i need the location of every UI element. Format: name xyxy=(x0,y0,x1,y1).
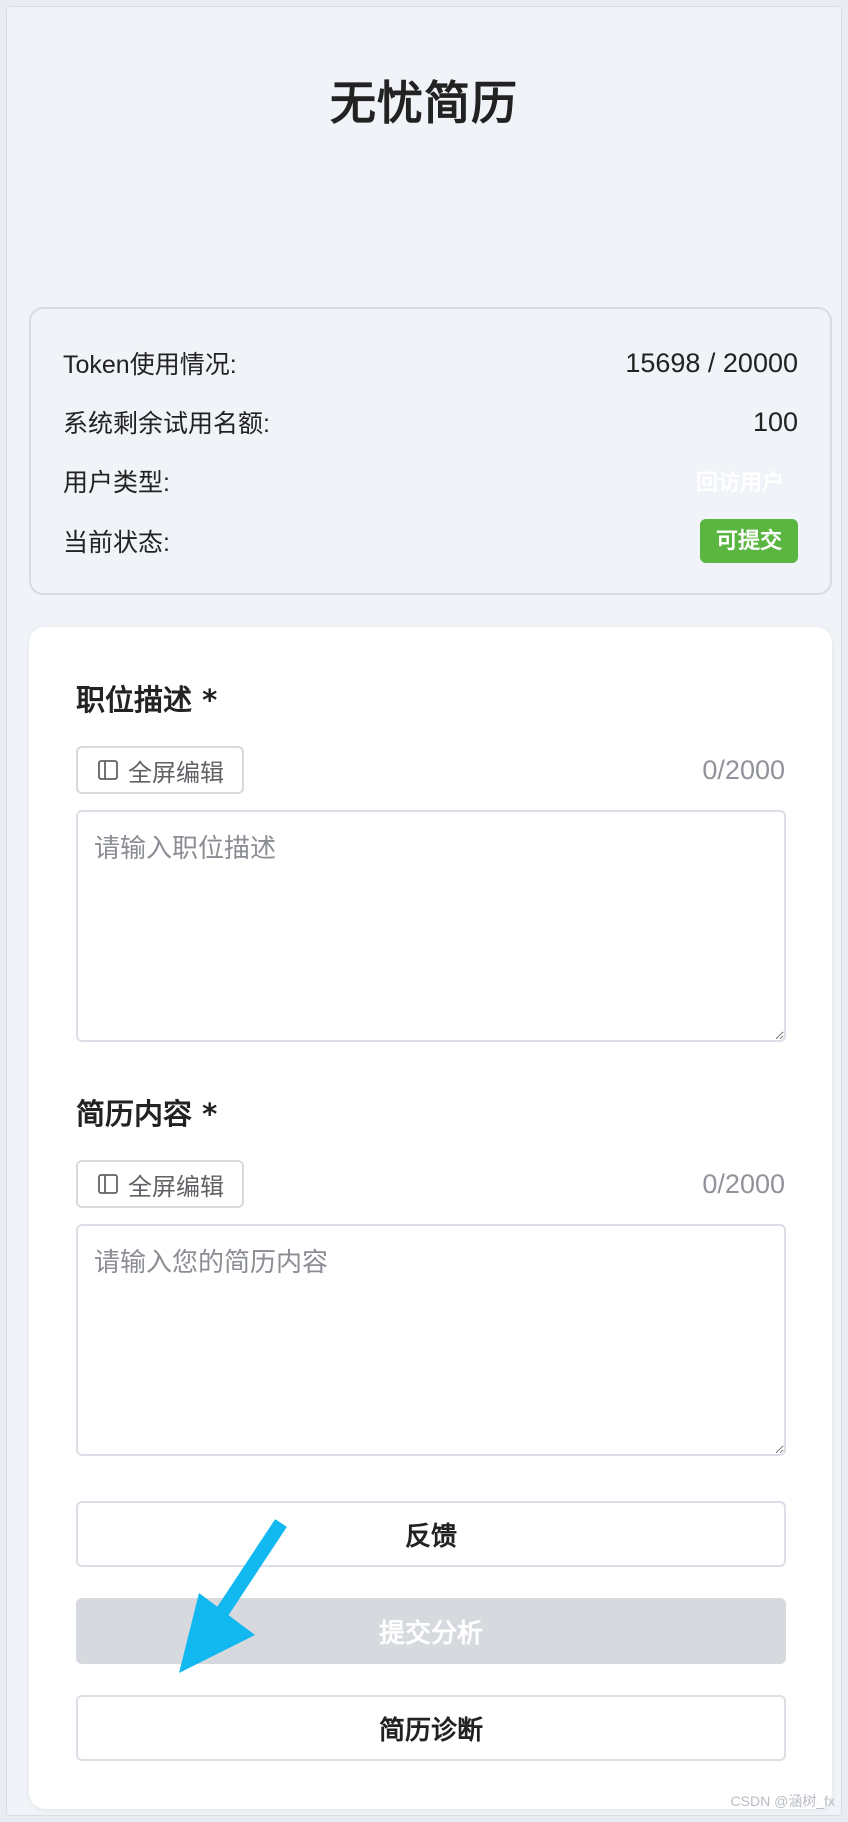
job-description-label: 职位描述 * xyxy=(76,683,218,717)
sidebar-panel-icon xyxy=(98,760,118,780)
quota-label: 系统剩余试用名额: xyxy=(63,410,270,438)
resume-content-label: 简历内容 * xyxy=(76,1097,218,1131)
resume-char-counter: 0/2000 xyxy=(702,1169,785,1199)
job-fullscreen-button[interactable]: 全屏编辑 xyxy=(76,746,244,794)
submit-analysis-button[interactable]: 提交分析 xyxy=(76,1598,786,1664)
token-usage-row: Token使用情况: 15698 / 20000 xyxy=(63,343,798,383)
form-card: 职位描述 * 全屏编辑 0/2000 简历内容 * 全屏编辑 0/2000 反馈… xyxy=(29,627,832,1809)
app-frame: 无忧简历 Token使用情况: 15698 / 20000 系统剩余试用名额: … xyxy=(6,6,842,1816)
quota-value: 100 xyxy=(752,406,798,437)
feedback-button[interactable]: 反馈 xyxy=(76,1501,786,1567)
resume-fullscreen-button[interactable]: 全屏编辑 xyxy=(76,1160,244,1208)
watermark: CSDN @涵树_fx xyxy=(730,1793,835,1809)
job-char-counter: 0/2000 xyxy=(702,755,785,785)
status-badge: 可提交 xyxy=(699,519,798,563)
token-usage-value: 15698 / 20000 xyxy=(625,347,798,378)
sidebar-panel-icon xyxy=(98,1174,118,1194)
user-type-label: 用户类型: xyxy=(63,469,170,497)
job-fullscreen-label: 全屏编辑 xyxy=(128,759,224,787)
job-description-input[interactable] xyxy=(76,810,786,1042)
usage-info-card: Token使用情况: 15698 / 20000 系统剩余试用名额: 100 用… xyxy=(29,307,832,595)
quota-row: 系统剩余试用名额: 100 xyxy=(63,402,798,442)
status-row: 当前状态: 可提交 xyxy=(63,519,798,563)
user-type-value: 回访用户 xyxy=(695,470,784,495)
resume-content-input[interactable] xyxy=(76,1224,786,1456)
status-label: 当前状态: xyxy=(63,529,170,557)
token-usage-label: Token使用情况: xyxy=(63,351,237,379)
resume-fullscreen-label: 全屏编辑 xyxy=(128,1173,224,1201)
user-type-row: 用户类型: 回访用户 xyxy=(63,461,798,501)
resume-diagnosis-button[interactable]: 简历诊断 xyxy=(76,1695,786,1761)
page-title: 无忧简历 xyxy=(330,76,518,130)
